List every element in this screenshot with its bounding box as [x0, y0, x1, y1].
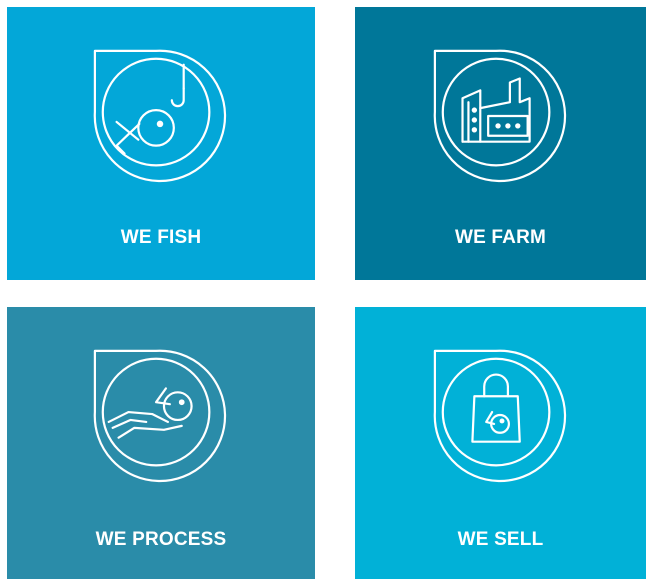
tile-we-fish[interactable]: WE FISH [7, 7, 315, 280]
tile-label: WE FISH [120, 227, 202, 248]
tile-label: WE SELL [457, 529, 544, 550]
tile-label: WE FARM [454, 227, 547, 248]
tile-label: WE PROCESS [95, 529, 227, 550]
tile-we-sell[interactable]: WE SELL [355, 307, 646, 579]
fish-on-hook-icon [87, 43, 235, 191]
hand-holding-fish-icon [87, 343, 235, 491]
fish-factory-icon [427, 43, 575, 191]
tile-we-process[interactable]: WE PROCESS [7, 307, 315, 579]
tile-we-farm[interactable]: WE FARM [355, 7, 646, 280]
shopping-bag-icon [427, 343, 575, 491]
